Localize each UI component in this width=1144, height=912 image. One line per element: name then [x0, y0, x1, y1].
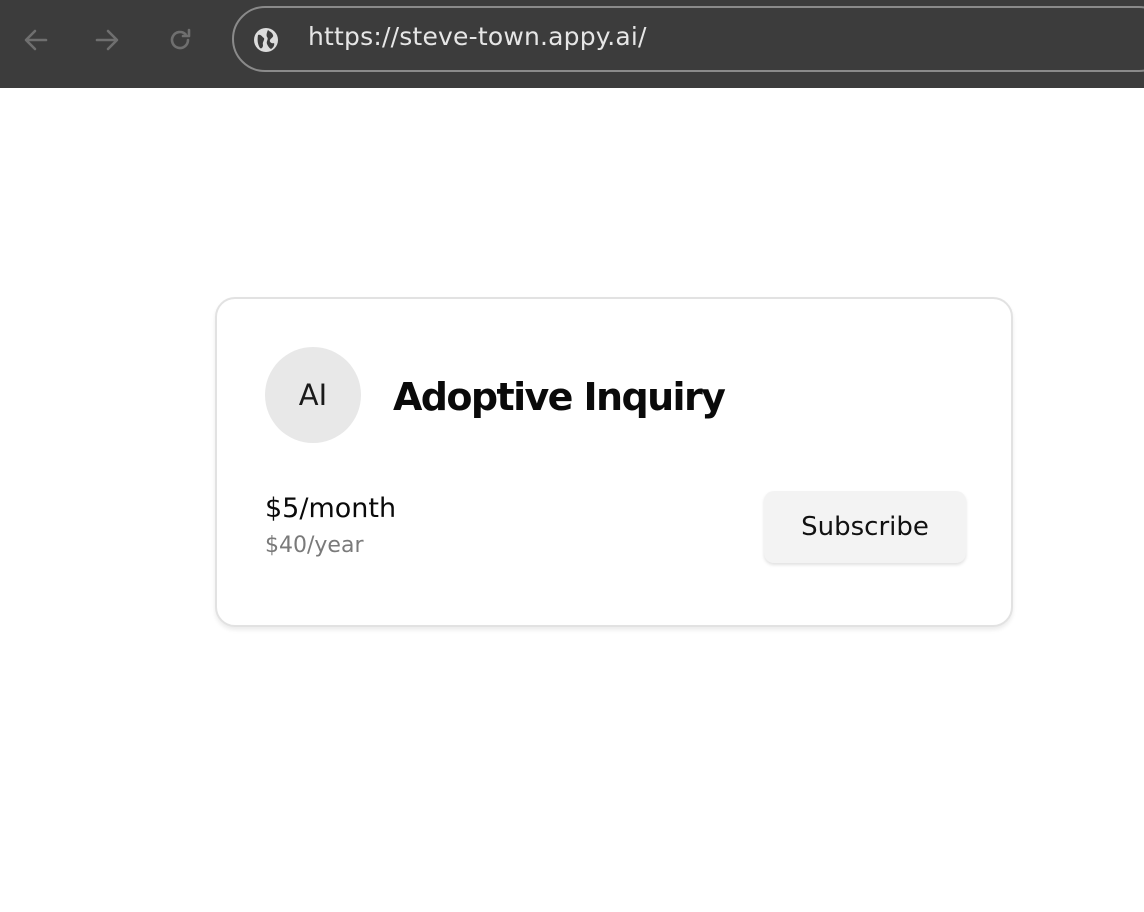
- reload-button[interactable]: [160, 20, 200, 60]
- globe-icon[interactable]: [252, 26, 280, 54]
- page-title: Adoptive Inquiry: [393, 375, 726, 419]
- subscribe-button[interactable]: Subscribe: [764, 491, 966, 563]
- subscription-card: AI Adoptive Inquiry $5/month $40/year Su…: [215, 297, 1013, 627]
- arrow-right-icon: [93, 26, 121, 54]
- url-text[interactable]: https://steve-town.appy.ai/: [308, 22, 647, 51]
- back-button[interactable]: [16, 20, 56, 60]
- forward-button[interactable]: [87, 20, 127, 60]
- monthly-price: $5/month: [265, 493, 397, 524]
- subscribe-label: Subscribe: [801, 512, 929, 542]
- yearly-price: $40/year: [265, 533, 364, 558]
- address-bar[interactable]: https://steve-town.appy.ai/: [232, 6, 1144, 72]
- browser-toolbar: https://steve-town.appy.ai/: [0, 0, 1144, 88]
- arrow-left-icon: [22, 26, 50, 54]
- reload-icon: [166, 26, 194, 54]
- avatar-initials: AI: [298, 378, 328, 412]
- avatar: AI: [265, 347, 361, 443]
